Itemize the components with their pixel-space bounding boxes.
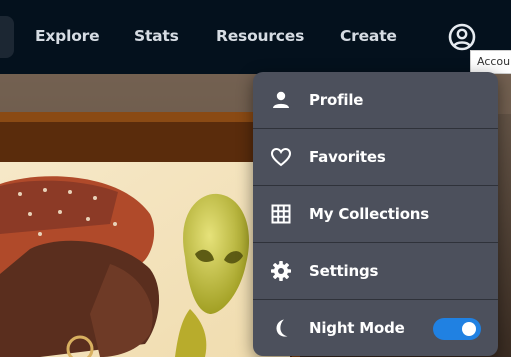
nav-link-resources[interactable]: Resources (216, 26, 304, 46)
night-mode-toggle[interactable] (433, 318, 481, 340)
menu-item-settings[interactable]: Settings (253, 243, 498, 299)
gear-icon (271, 261, 291, 281)
heart-icon (270, 147, 292, 167)
nav-link-create[interactable]: Create (340, 26, 397, 46)
menu-label-favorites: Favorites (309, 148, 386, 166)
account-dropdown-menu: Profile Favorites My Collections Setting… (253, 72, 498, 356)
menu-item-my-collections[interactable]: My Collections (253, 186, 498, 242)
menu-label-settings: Settings (309, 262, 379, 280)
menu-label-night-mode: Night Mode (309, 319, 405, 337)
menu-item-favorites[interactable]: Favorites (253, 129, 498, 185)
grid-icon (271, 204, 291, 224)
nav-link-stats[interactable]: Stats (134, 26, 179, 46)
menu-item-profile[interactable]: Profile (253, 72, 498, 128)
menu-item-night-mode[interactable]: Night Mode (253, 300, 498, 356)
menu-label-my-collections: My Collections (309, 205, 430, 223)
toggle-knob (462, 322, 476, 336)
account-circle-icon (448, 23, 476, 51)
search-box-edge[interactable] (0, 16, 14, 58)
moon-icon (276, 319, 288, 337)
account-tooltip: Account (470, 50, 511, 74)
person-icon (273, 91, 289, 108)
top-navbar: Explore Stats Resources Create (0, 0, 511, 74)
account-button[interactable] (446, 21, 478, 53)
nav-link-explore[interactable]: Explore (35, 26, 100, 46)
menu-label-profile: Profile (309, 91, 364, 109)
